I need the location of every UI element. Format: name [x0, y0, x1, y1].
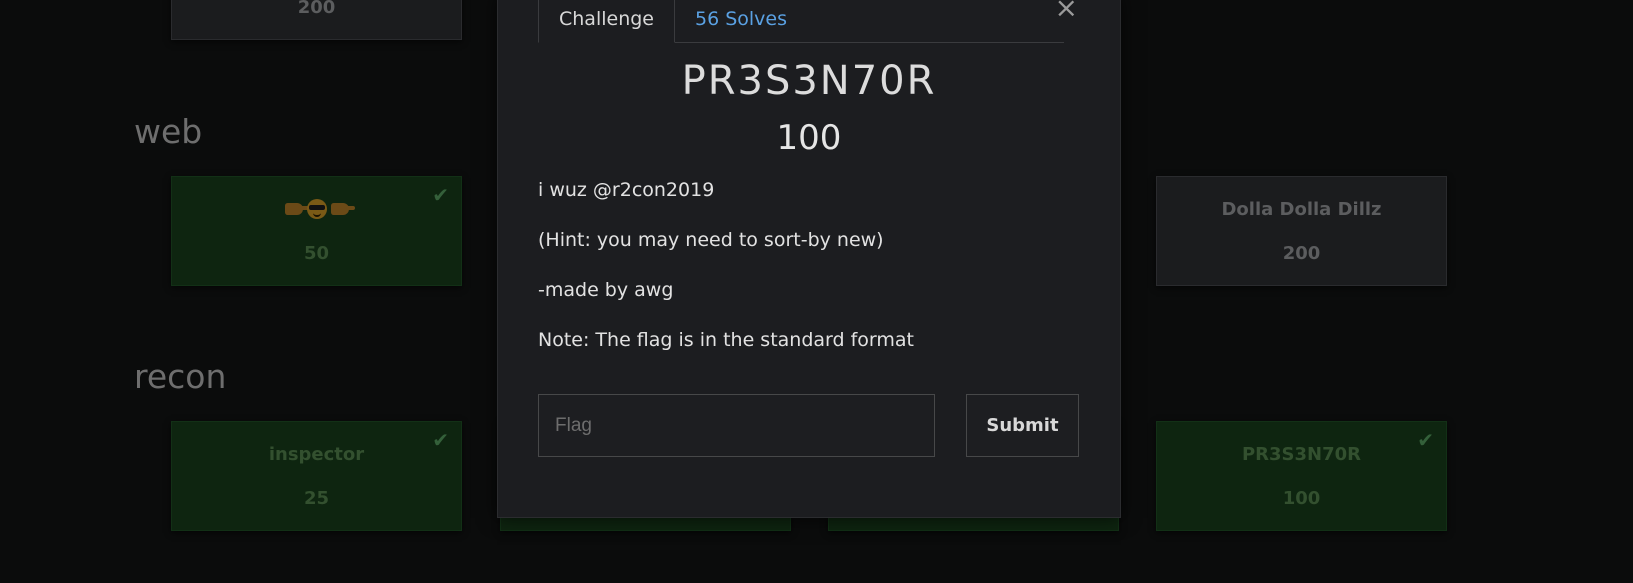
challenge-description: i wuz @r2con2019 (Hint: you may need to …	[538, 176, 1078, 376]
cool-face-emoji-icon	[306, 199, 327, 219]
modal-tabs: Challenge 56 Solves	[538, 0, 1064, 43]
card-points: 200	[1282, 243, 1321, 264]
challenge-card-inspector[interactable]: ✔ inspector 25	[171, 421, 462, 531]
challenge-card-pr3s3n70r[interactable]: ✔ PR3S3N70R 100	[1156, 421, 1447, 531]
card-name-emoji	[172, 199, 461, 220]
description-note: Note: The flag is in the standard format	[538, 329, 915, 351]
card-name: Dolla Dolla Dillz	[1221, 199, 1382, 220]
description-line: i wuz @r2con2019	[538, 179, 715, 201]
ctf-challenge-board: 200 web ✔ 50 Dolla Dolla Dillz 200 recon…	[0, 0, 1633, 583]
card-points: 50	[303, 243, 330, 264]
challenge-card-dolla-dolla-dillz[interactable]: Dolla Dolla Dillz 200	[1156, 176, 1447, 286]
flag-input[interactable]	[538, 394, 935, 457]
challenge-title: PR3S3N70R	[681, 58, 937, 104]
point-right-emoji-icon	[284, 203, 309, 215]
category-heading-web: web	[134, 112, 203, 151]
tab-challenge[interactable]: Challenge	[538, 0, 675, 43]
tab-solves[interactable]: 56 Solves	[675, 0, 807, 43]
challenge-card-emoji[interactable]: ✔ 50	[171, 176, 462, 286]
category-heading-recon: recon	[134, 357, 227, 396]
card-points: 200	[297, 0, 336, 18]
submit-button[interactable]: Submit	[966, 394, 1079, 457]
challenge-modal: × Challenge 56 Solves PR3S3N70R 100 i wu…	[497, 0, 1121, 518]
card-name: PR3S3N70R	[1241, 444, 1362, 465]
point-right-emoji-icon	[330, 203, 355, 215]
description-hint: (Hint: you may need to sort-by new)	[538, 229, 884, 251]
card-points: 100	[1282, 488, 1321, 509]
card-points: 25	[303, 488, 330, 509]
challenge-card-top[interactable]: 200	[171, 0, 462, 40]
card-name: inspector	[268, 444, 365, 465]
challenge-points: 100	[776, 118, 842, 158]
description-author: -made by awg	[538, 279, 674, 301]
